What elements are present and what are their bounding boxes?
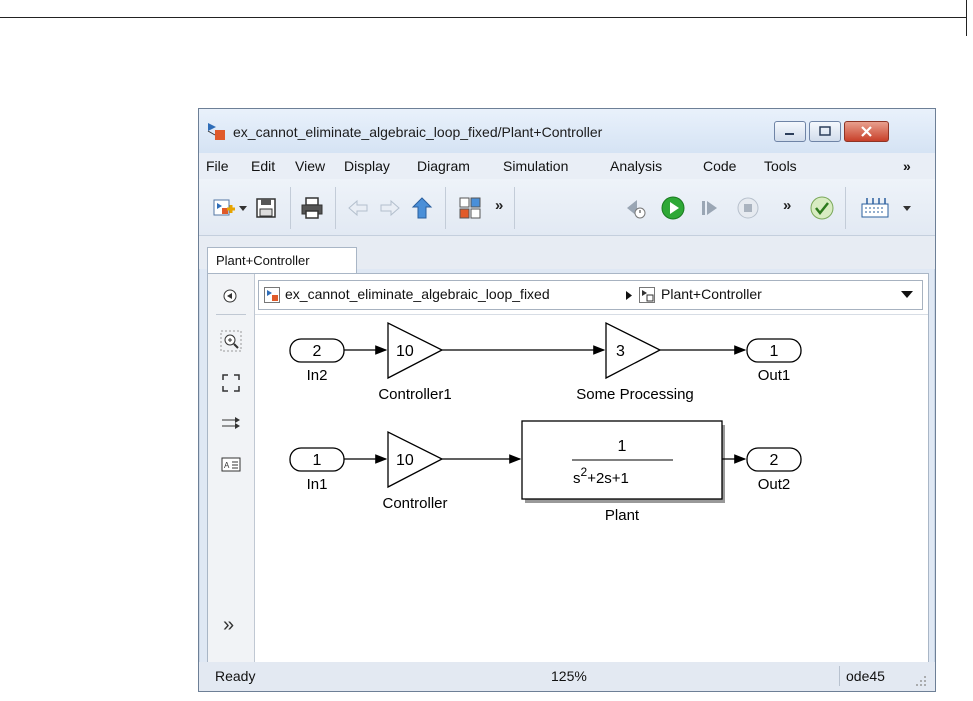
toolbar-separator <box>514 187 515 229</box>
menu-code[interactable]: Code <box>703 158 736 174</box>
maximize-button[interactable] <box>809 121 841 142</box>
resize-grip-icon[interactable] <box>914 674 928 688</box>
status-bar: Ready 125% ode45 <box>199 662 935 691</box>
new-dropdown-icon[interactable] <box>238 205 248 213</box>
print-icon[interactable] <box>299 195 325 221</box>
menu-tools[interactable]: Tools <box>764 158 797 174</box>
fit-to-view-icon[interactable] <box>220 372 242 394</box>
inport-in1-label: In1 <box>307 476 328 493</box>
palette-more[interactable]: » <box>223 614 234 637</box>
status-solver[interactable]: ode45 <box>846 668 885 684</box>
document-edge-tick <box>966 0 967 36</box>
model-browser-path: ex_cannot_eliminate_algebraic_loop_fixed… <box>258 280 923 310</box>
gain-controller-value: 10 <box>396 452 414 469</box>
gain-some-processing-value: 3 <box>616 343 625 360</box>
menu-simulation[interactable]: Simulation <box>503 158 568 174</box>
minimize-button[interactable] <box>774 121 806 142</box>
simulink-window: ex_cannot_eliminate_algebraic_loop_fixed… <box>198 108 936 692</box>
menu-bar: File Edit View Display Diagram Simulatio… <box>199 153 935 179</box>
step-back-icon[interactable] <box>623 195 649 221</box>
window-title: ex_cannot_eliminate_algebraic_loop_fixed… <box>233 124 603 140</box>
close-icon <box>861 126 872 137</box>
plant-numerator: 1 <box>618 438 627 455</box>
toolbar-overflow-2[interactable]: » <box>783 197 791 214</box>
step-forward-icon[interactable] <box>696 195 722 221</box>
toolbar: » » <box>199 179 935 236</box>
outport-out1-number: 1 <box>770 343 779 360</box>
model-icon <box>264 287 280 303</box>
inport-in2-label: In2 <box>307 367 328 384</box>
document-top-rule <box>0 17 967 18</box>
plant-den-rest: +2s+1 <box>587 470 629 487</box>
minimize-icon <box>785 133 794 135</box>
run-icon[interactable] <box>660 195 686 221</box>
svg-text:A: A <box>224 461 230 470</box>
toolbar-separator <box>290 187 291 229</box>
model-configuration-icon[interactable] <box>859 195 891 221</box>
status-separator <box>839 666 840 686</box>
breadcrumb-subsystem[interactable]: Plant+Controller <box>661 286 762 302</box>
menu-diagram[interactable]: Diagram <box>417 158 470 174</box>
subsystem-icon <box>639 287 655 303</box>
toolbar-overflow-1[interactable]: » <box>495 197 503 214</box>
back-arrow-icon[interactable] <box>345 195 371 221</box>
outport-out1-label: Out1 <box>758 367 791 384</box>
menu-analysis[interactable]: Analysis <box>610 158 662 174</box>
gain-some-processing[interactable] <box>605 321 662 380</box>
save-icon[interactable] <box>253 195 279 221</box>
gain-controller-label: Controller <box>382 495 447 512</box>
title-bar[interactable]: ex_cannot_eliminate_algebraic_loop_fixed… <box>199 109 935 153</box>
update-diagram-icon[interactable] <box>809 195 835 221</box>
palette-separator <box>216 314 246 315</box>
maximize-icon <box>819 126 831 136</box>
gain-some-processing-label: Some Processing <box>576 386 694 403</box>
stop-icon[interactable] <box>735 195 761 221</box>
menu-overflow[interactable]: » <box>903 158 911 174</box>
menu-display[interactable]: Display <box>344 158 390 174</box>
plant-label: Plant <box>605 507 640 524</box>
inport-in1-number: 1 <box>313 452 322 469</box>
toolbar-separator <box>445 187 446 229</box>
config-dropdown-icon[interactable] <box>902 205 912 213</box>
diagram-canvas[interactable]: 2 In2 10 Controller1 3 Some Processing 1… <box>255 315 927 661</box>
toolbar-separator <box>845 187 846 229</box>
new-model-icon[interactable] <box>211 195 237 221</box>
gain-controller1-value: 10 <box>396 343 414 360</box>
plant-den-s: s <box>573 470 581 487</box>
zoom-in-icon[interactable] <box>220 330 242 352</box>
up-to-parent-icon[interactable] <box>409 195 435 221</box>
breadcrumb-model[interactable]: ex_cannot_eliminate_algebraic_loop_fixed <box>285 286 550 302</box>
tab-plant-controller[interactable]: Plant+Controller <box>207 247 357 274</box>
simulink-app-icon <box>207 123 225 140</box>
outport-out2-label: Out2 <box>758 476 791 493</box>
menu-view[interactable]: View <box>295 158 325 174</box>
left-palette: A » <box>208 274 255 662</box>
breadcrumb-arrow-icon <box>626 291 632 300</box>
forward-arrow-icon[interactable] <box>377 195 403 221</box>
menu-file[interactable]: File <box>206 158 229 174</box>
editor-area: A » ex_cannot_eliminate_algebraic_loop_f… <box>207 273 929 663</box>
outport-out2-number: 2 <box>770 452 779 469</box>
close-button[interactable] <box>844 121 889 142</box>
status-state: Ready <box>215 668 256 684</box>
annotation-icon[interactable]: A <box>220 454 242 476</box>
toolbar-separator <box>335 187 336 229</box>
library-browser-icon[interactable] <box>457 195 483 221</box>
hide-browser-icon[interactable] <box>220 286 240 306</box>
menu-edit[interactable]: Edit <box>251 158 275 174</box>
status-zoom: 125% <box>551 668 587 684</box>
inport-in2-number: 2 <box>313 343 322 360</box>
signal-line-icon[interactable] <box>220 412 242 434</box>
path-dropdown-icon[interactable] <box>900 290 914 300</box>
gain-controller1-label: Controller1 <box>378 386 451 403</box>
